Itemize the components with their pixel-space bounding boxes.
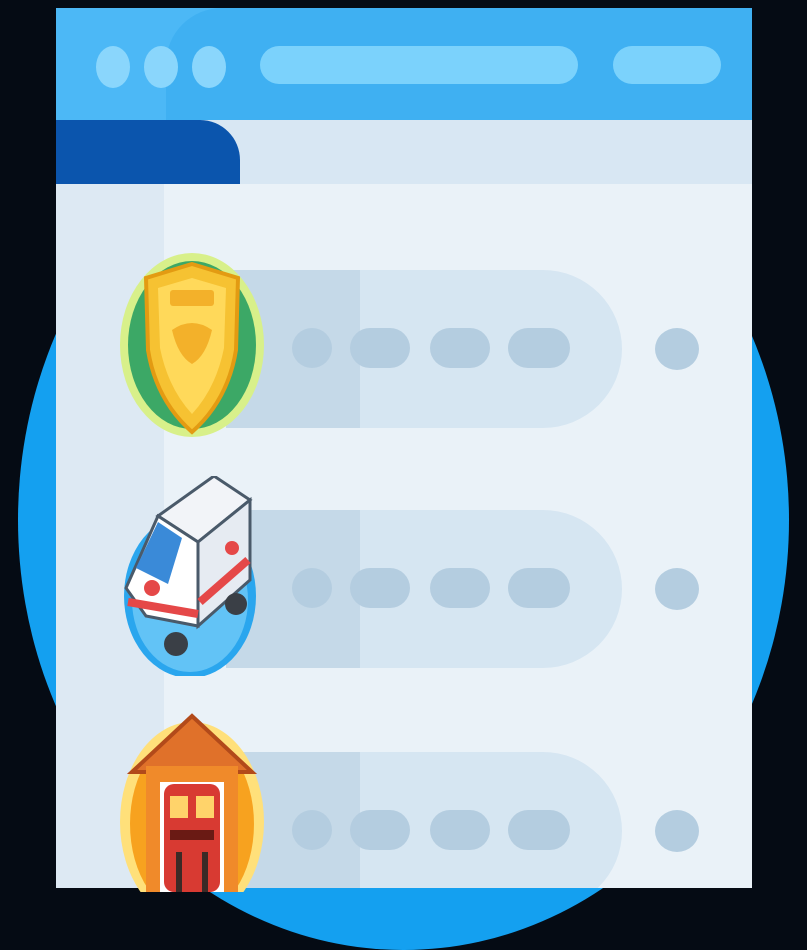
text-placeholder bbox=[350, 810, 410, 850]
ambulance-icon bbox=[118, 476, 266, 676]
text-placeholder bbox=[430, 328, 490, 368]
window-titlebar bbox=[56, 8, 752, 120]
toolbar-control-placeholder[interactable] bbox=[613, 46, 721, 84]
fire-station-icon bbox=[118, 712, 266, 892]
window-dot-close[interactable] bbox=[96, 46, 130, 88]
text-placeholder bbox=[508, 568, 570, 608]
active-tab[interactable] bbox=[56, 120, 240, 184]
row-status-dot[interactable] bbox=[655, 328, 699, 370]
text-placeholder bbox=[350, 568, 410, 608]
text-placeholder bbox=[350, 328, 410, 368]
text-placeholder bbox=[292, 810, 332, 850]
window-dot-maximize[interactable] bbox=[192, 46, 226, 88]
police-badge-icon bbox=[118, 250, 266, 437]
text-placeholder bbox=[508, 810, 570, 850]
row-status-dot[interactable] bbox=[655, 568, 699, 610]
row-status-dot[interactable] bbox=[655, 810, 699, 852]
text-placeholder bbox=[292, 328, 332, 368]
text-placeholder bbox=[508, 328, 570, 368]
text-placeholder bbox=[430, 810, 490, 850]
text-placeholder bbox=[292, 568, 332, 608]
text-placeholder bbox=[430, 568, 490, 608]
address-bar-placeholder[interactable] bbox=[260, 46, 578, 84]
window-dot-minimize[interactable] bbox=[144, 46, 178, 88]
